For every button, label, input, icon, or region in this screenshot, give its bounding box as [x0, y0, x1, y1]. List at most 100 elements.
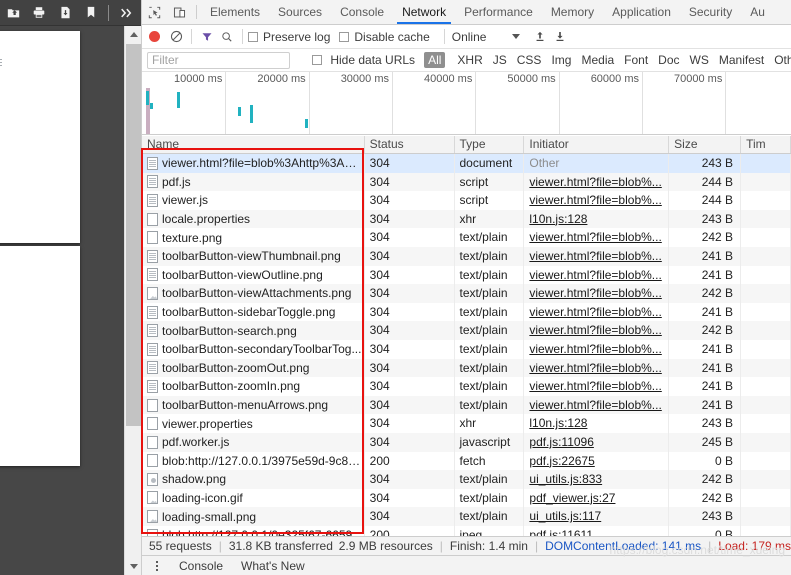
- preserve-log-checkbox[interactable]: Preserve log: [248, 30, 330, 44]
- search-icon[interactable]: [217, 27, 237, 47]
- filter-type-img[interactable]: Img: [547, 52, 575, 68]
- initiator-link[interactable]: viewer.html?file=blob%...: [529, 175, 661, 189]
- column-header-type[interactable]: Type: [455, 136, 525, 153]
- chevron-down-icon[interactable]: [512, 34, 521, 39]
- initiator-link[interactable]: pdf.js:11611: [529, 528, 593, 536]
- cell-initiator[interactable]: viewer.html?file=blob%...: [524, 377, 670, 396]
- cell-initiator[interactable]: l10n.js:128: [524, 414, 670, 433]
- print-icon[interactable]: [26, 0, 52, 26]
- cell-initiator[interactable]: viewer.html?file=blob%...: [524, 191, 670, 210]
- clear-icon[interactable]: [166, 27, 186, 47]
- table-row[interactable]: pdf.js 304 script viewer.html?file=blob%...…: [142, 172, 791, 192]
- initiator-link[interactable]: viewer.html?file=blob%...: [529, 379, 661, 393]
- cell-initiator[interactable]: viewer.html?file=blob%...: [524, 172, 670, 192]
- cell-initiator[interactable]: ui_utils.js:833: [524, 470, 670, 489]
- scrollbar-thumb[interactable]: [126, 44, 141, 426]
- cell-initiator[interactable]: viewer.html?file=blob%...: [524, 321, 670, 340]
- initiator-link[interactable]: ui_utils.js:117: [529, 509, 601, 523]
- initiator-link[interactable]: ui_utils.js:833: [529, 472, 602, 486]
- column-header-size[interactable]: Size: [669, 136, 742, 153]
- table-row[interactable]: viewer.html?file=blob%3Ahttp%3A%... 304 do…: [142, 154, 791, 173]
- initiator-link[interactable]: pdf_viewer.js:27: [529, 491, 615, 505]
- initiator-link[interactable]: l10n.js:128: [529, 212, 587, 226]
- table-row[interactable]: toolbarButton-sidebarToggle.png 304 text/p…: [142, 302, 791, 322]
- column-header-initiator[interactable]: Initiator: [524, 136, 670, 153]
- initiator-link[interactable]: viewer.html?file=blob%...: [529, 342, 661, 356]
- initiator-link[interactable]: viewer.html?file=blob%...: [529, 398, 661, 412]
- initiator-link[interactable]: viewer.html?file=blob%...: [529, 193, 661, 207]
- tab-memory[interactable]: Memory: [542, 0, 603, 24]
- initiator-link[interactable]: viewer.html?file=blob%...: [529, 268, 661, 282]
- export-har-icon[interactable]: [550, 27, 570, 47]
- filter-type-ws[interactable]: WS: [686, 52, 713, 68]
- filter-type-css[interactable]: CSS: [513, 52, 546, 68]
- table-row[interactable]: pdf.worker.js 304 javascript pdf.js:11096 24…: [142, 432, 791, 452]
- table-row[interactable]: shadow.png 304 text/plain ui_utils.js:833 24…: [142, 470, 791, 489]
- cell-initiator[interactable]: viewer.html?file=blob%...: [524, 284, 670, 303]
- filter-type-manifest[interactable]: Manifest: [715, 52, 768, 68]
- inspect-element-icon[interactable]: [142, 0, 167, 24]
- hide-data-urls-checkbox[interactable]: Hide data URLs: [312, 53, 415, 67]
- filter-type-js[interactable]: JS: [489, 52, 511, 68]
- tab-elements[interactable]: Elements: [201, 0, 269, 24]
- more-options-icon[interactable]: [150, 560, 164, 571]
- cell-initiator[interactable]: viewer.html?file=blob%...: [524, 395, 670, 415]
- cell-initiator[interactable]: pdf.js:11611: [524, 525, 670, 536]
- more-tools-icon[interactable]: [113, 0, 139, 26]
- filter-icon[interactable]: [197, 27, 217, 47]
- table-row[interactable]: toolbarButton-viewAttachments.png 304 text…: [142, 284, 791, 303]
- table-row[interactable]: viewer.js 304 script viewer.html?file=blob%…: [142, 191, 791, 210]
- tab-application[interactable]: Application: [603, 0, 680, 24]
- cell-initiator[interactable]: pdf.js:22675: [524, 451, 670, 471]
- initiator-link[interactable]: viewer.html?file=blob%...: [529, 305, 661, 319]
- table-row[interactable]: blob:http://127.0.0.1/3975e59d-9c87... 20…: [142, 451, 791, 471]
- filter-input[interactable]: [147, 51, 290, 69]
- bookmark-icon[interactable]: [78, 0, 104, 26]
- column-header-name[interactable]: Name: [142, 136, 365, 153]
- table-row[interactable]: toolbarButton-secondaryToolbarTog... 304 t…: [142, 339, 791, 359]
- cell-initiator[interactable]: viewer.html?file=blob%...: [524, 302, 670, 322]
- cell-initiator[interactable]: viewer.html?file=blob%...: [524, 339, 670, 359]
- device-toolbar-icon[interactable]: [167, 0, 192, 24]
- initiator-link[interactable]: viewer.html?file=blob%...: [529, 230, 661, 244]
- checkbox-box[interactable]: [248, 31, 258, 42]
- checkbox-box[interactable]: [312, 55, 322, 65]
- cell-initiator[interactable]: viewer.html?file=blob%...: [524, 265, 670, 285]
- table-row[interactable]: toolbarButton-search.png 304 text/plain vie…: [142, 321, 791, 340]
- record-button[interactable]: [149, 31, 160, 42]
- throttling-select[interactable]: Online: [452, 30, 487, 44]
- pdf-page-viewport[interactable]: [0, 26, 124, 575]
- initiator-link[interactable]: viewer.html?file=blob%...: [529, 286, 661, 300]
- open-file-icon[interactable]: [0, 0, 26, 26]
- drawer-tab-console[interactable]: Console: [170, 559, 232, 573]
- table-row[interactable]: toolbarButton-zoomOut.png 304 text/plain vi…: [142, 358, 791, 378]
- drawer-tab-whats-new[interactable]: What's New: [232, 559, 314, 573]
- initiator-link[interactable]: viewer.html?file=blob%...: [529, 323, 661, 337]
- filter-type-font[interactable]: Font: [620, 52, 652, 68]
- table-row[interactable]: blob:http://127.0.0.1/0e325f67-6659... 20…: [142, 525, 791, 536]
- initiator-link[interactable]: viewer.html?file=blob%...: [529, 249, 661, 263]
- cell-initiator[interactable]: viewer.html?file=blob%...: [524, 246, 670, 266]
- initiator-link[interactable]: pdf.js:11096: [529, 435, 594, 449]
- import-har-icon[interactable]: [530, 27, 550, 47]
- cell-initiator[interactable]: viewer.html?file=blob%...: [524, 358, 670, 378]
- table-row[interactable]: toolbarButton-zoomIn.png 304 text/plain vie…: [142, 377, 791, 396]
- filter-type-doc[interactable]: Doc: [654, 52, 683, 68]
- pdf-vertical-scrollbar[interactable]: [124, 26, 141, 575]
- table-row[interactable]: toolbarButton-menuArrows.png 304 text/plai…: [142, 395, 791, 415]
- cell-initiator[interactable]: pdf.js:11096: [524, 432, 670, 452]
- filter-type-other[interactable]: Other: [770, 52, 791, 68]
- initiator-link[interactable]: viewer.html?file=blob%...: [529, 361, 661, 375]
- scroll-down-icon[interactable]: [125, 558, 141, 575]
- table-row[interactable]: toolbarButton-viewOutline.png 304 text/pla…: [142, 265, 791, 285]
- table-row[interactable]: viewer.properties 304 xhr l10n.js:128 243 B: [142, 414, 791, 433]
- table-row[interactable]: toolbarButton-viewThumbnail.png 304 text/p…: [142, 246, 791, 266]
- column-header-status[interactable]: Status: [365, 136, 455, 153]
- checkbox-box[interactable]: [339, 31, 350, 42]
- cell-initiator[interactable]: viewer.html?file=blob%...: [524, 228, 670, 247]
- initiator-link[interactable]: pdf.js:22675: [529, 454, 594, 468]
- tab-network[interactable]: Network: [393, 0, 455, 24]
- tab-console[interactable]: Console: [331, 0, 393, 24]
- disable-cache-checkbox[interactable]: Disable cache: [339, 30, 430, 44]
- cell-initiator[interactable]: l10n.js:128: [524, 209, 670, 229]
